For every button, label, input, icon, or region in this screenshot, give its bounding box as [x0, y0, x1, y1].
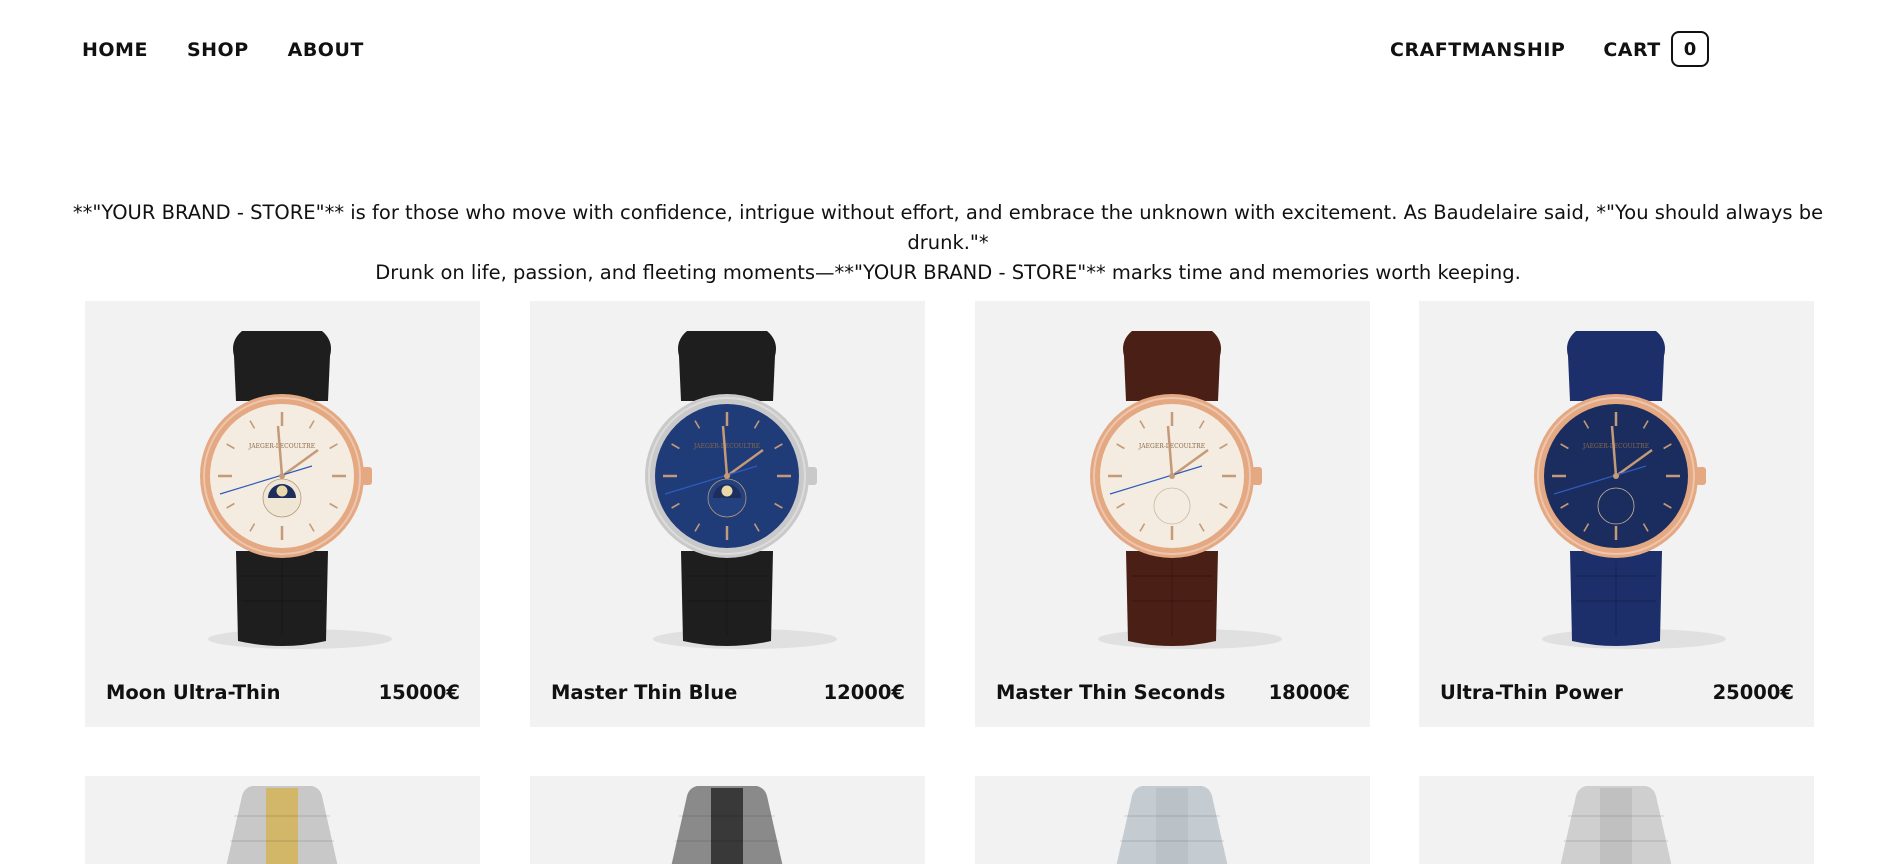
- product-price: 18000€: [1268, 681, 1350, 704]
- watch-image: JAEGER-LECOULTRE: [1090, 331, 1282, 649]
- nav-left-group: HOME SHOP ABOUT: [82, 38, 364, 62]
- nav-shop-link[interactable]: SHOP: [187, 38, 249, 62]
- nav-cart-link[interactable]: CART: [1603, 38, 1660, 62]
- brand-intro-line-1: **"YOUR BRAND - STORE"** is for those wh…: [72, 201, 1824, 254]
- product-price: 12000€: [823, 681, 905, 704]
- svg-text:JAEGER-LECOULTRE: JAEGER-LECOULTRE: [693, 443, 760, 450]
- product-name: Master Thin Blue: [551, 681, 738, 704]
- product-card[interactable]: [85, 776, 480, 864]
- nav-right-group: CRAFTMANSHIP CART: [1390, 38, 1661, 62]
- svg-text:JAEGER-LECOULTRE: JAEGER-LECOULTRE: [1582, 443, 1649, 450]
- product-card[interactable]: JAEGER-LECOULTRE Master Thin Seconds 1800…: [975, 301, 1370, 727]
- svg-text:JAEGER-LECOULTRE: JAEGER-LECOULTRE: [248, 443, 315, 450]
- product-price: 25000€: [1712, 681, 1794, 704]
- product-price: 15000€: [378, 681, 460, 704]
- nav-craftmanship-link[interactable]: CRAFTMANSHIP: [1390, 38, 1565, 62]
- product-card[interactable]: [975, 776, 1370, 864]
- bracelet-image: [226, 786, 338, 864]
- bracelet-image: [671, 786, 783, 864]
- brand-intro-line-2: Drunk on life, passion, and fleeting mom…: [375, 261, 1521, 284]
- watch-image: JAEGER-LECOULTRE: [200, 331, 392, 649]
- product-card[interactable]: [530, 776, 925, 864]
- product-name: Ultra-Thin Power: [1440, 681, 1623, 704]
- product-card[interactable]: [1419, 776, 1814, 864]
- product-card[interactable]: JAEGER-LECOULTRE Master Thin Blue 12000€: [530, 301, 925, 727]
- product-card[interactable]: JAEGER-LECOULTRE Moon Ultra-Thin 15000€: [85, 301, 480, 727]
- watch-image: JAEGER-LECOULTRE: [645, 331, 837, 649]
- product-name: Master Thin Seconds: [996, 681, 1226, 704]
- product-name: Moon Ultra-Thin: [106, 681, 281, 704]
- watch-image: JAEGER-LECOULTRE: [1534, 331, 1726, 649]
- nav-about-link[interactable]: ABOUT: [288, 38, 364, 62]
- bracelet-image: [1116, 786, 1228, 864]
- brand-intro: **"YOUR BRAND - STORE"** is for those wh…: [60, 198, 1836, 288]
- cart-count-badge[interactable]: 0: [1671, 31, 1709, 67]
- svg-text:JAEGER-LECOULTRE: JAEGER-LECOULTRE: [1138, 443, 1205, 450]
- bracelet-image: [1560, 786, 1672, 864]
- product-card[interactable]: JAEGER-LECOULTRE Ultra-Thin Power 25000€: [1419, 301, 1814, 727]
- nav-home-link[interactable]: HOME: [82, 38, 148, 62]
- top-navigation: HOME SHOP ABOUT CRAFTMANSHIP CART 0: [0, 0, 1896, 100]
